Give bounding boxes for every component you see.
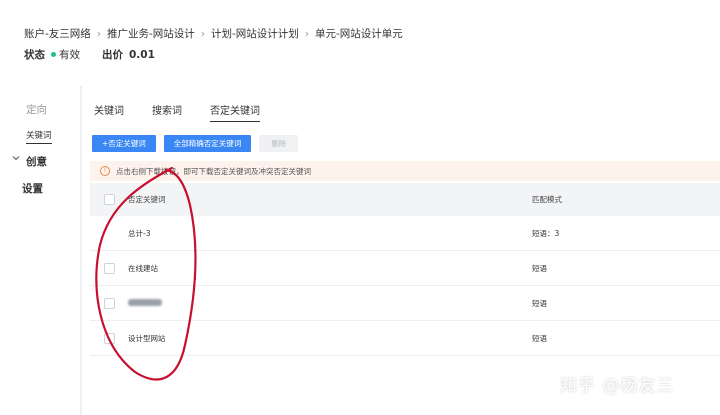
column-header-match: 匹配模式 — [532, 195, 562, 204]
breadcrumb-account[interactable]: 账户-友三网络 — [24, 26, 91, 41]
breadcrumb-unit: 单元-网站设计单元 — [315, 28, 403, 40]
breadcrumb-plan[interactable]: 计划-网站设计计划 — [211, 26, 299, 41]
breadcrumb: 账户-友三网络 › 推广业务-网站设计 › 计划-网站设计计划 › 单元-网站设… — [24, 26, 403, 41]
table-total-row: 总计-3 短语：3 — [90, 216, 720, 251]
sidebar-item-settings[interactable]: 设置 — [22, 181, 43, 196]
status-label: 状态 — [24, 49, 45, 61]
chevron-down-icon[interactable] — [12, 154, 20, 162]
column-header-keyword: 否定关键词 — [128, 195, 166, 204]
sidebar-item-keywords[interactable]: 关键词 — [26, 129, 52, 141]
notice-banner: ! 点击右侧下载按钮，即可下载否定关键词及冲突否定关键词 — [90, 161, 720, 181]
breadcrumb-separator-icon: › — [96, 27, 101, 40]
sidebar: 定向 关键词 创意 设置 — [0, 86, 80, 415]
match-cell: 短语 — [532, 263, 547, 273]
row-checkbox[interactable] — [103, 332, 115, 344]
bid-value: 0.01 — [129, 48, 155, 61]
status-dot-icon — [51, 52, 56, 57]
tab-negative-keywords[interactable]: 否定关键词 — [210, 102, 260, 122]
row-checkbox[interactable] — [103, 262, 115, 274]
header-bar: 账户-友三网络 › 推广业务-网站设计 › 计划-网站设计计划 › 单元-网站设… — [0, 0, 720, 87]
add-negative-keyword-button[interactable]: +否定关键词 — [92, 135, 156, 152]
match-cell: 短语 — [532, 298, 547, 308]
unit-status-line: 状态 有效 出价 0.01 — [24, 47, 155, 62]
search-all-negative-button[interactable]: 全部精确否定关键词 — [163, 135, 252, 152]
sidebar-item-targeting[interactable]: 定向 — [26, 102, 47, 117]
table-row: 短语 — [90, 286, 720, 321]
breadcrumb-business[interactable]: 推广业务-网站设计 — [107, 26, 195, 41]
sidebar-item-creative[interactable]: 创意 — [26, 154, 47, 169]
tab-bar: 关键词 搜索词 否定关键词 — [94, 102, 288, 122]
redacted-text-blur — [128, 298, 162, 306]
bid-label: 出价 — [102, 49, 123, 61]
delete-button[interactable]: 删除 — [259, 135, 299, 152]
keyword-cell-redacted — [128, 298, 532, 308]
main-panel: 关键词 搜索词 否定关键词 +否定关键词 全部精确否定关键词 删除 ! 点击右侧… — [82, 86, 720, 415]
tab-search-terms[interactable]: 搜索词 — [152, 102, 182, 122]
keyword-cell: 在线建站 — [128, 263, 158, 273]
toolbar: +否定关键词 全部精确否定关键词 删除 — [92, 135, 306, 152]
row-checkbox[interactable] — [103, 297, 115, 309]
tab-keywords[interactable]: 关键词 — [94, 102, 124, 122]
sidebar-active-indicator — [26, 143, 52, 144]
total-keyword-cell: 总计-3 — [128, 228, 151, 238]
total-match-cell: 短语：3 — [532, 228, 560, 238]
select-all-checkbox[interactable] — [103, 194, 115, 205]
watermark-text: 知乎 @杨友三 — [560, 376, 675, 396]
info-icon: ! — [100, 166, 110, 176]
table-header: 否定关键词 匹配模式 — [90, 183, 720, 216]
table-row: 在线建站 短语 — [90, 251, 720, 286]
breadcrumb-separator-icon: › — [200, 27, 205, 40]
keyword-cell: 设计型网站 — [128, 333, 166, 343]
match-cell: 短语 — [532, 333, 547, 343]
table-row: 设计型网站 短语 — [90, 321, 720, 356]
negative-keyword-table: 否定关键词 匹配模式 总计-3 短语：3 在线建站 短语 短语 设计型网站 短语 — [90, 183, 720, 356]
notice-text: 点击右侧下载按钮，即可下载否定关键词及冲突否定关键词 — [116, 166, 311, 176]
status-value: 有效 — [59, 49, 80, 61]
breadcrumb-separator-icon: › — [304, 27, 309, 40]
